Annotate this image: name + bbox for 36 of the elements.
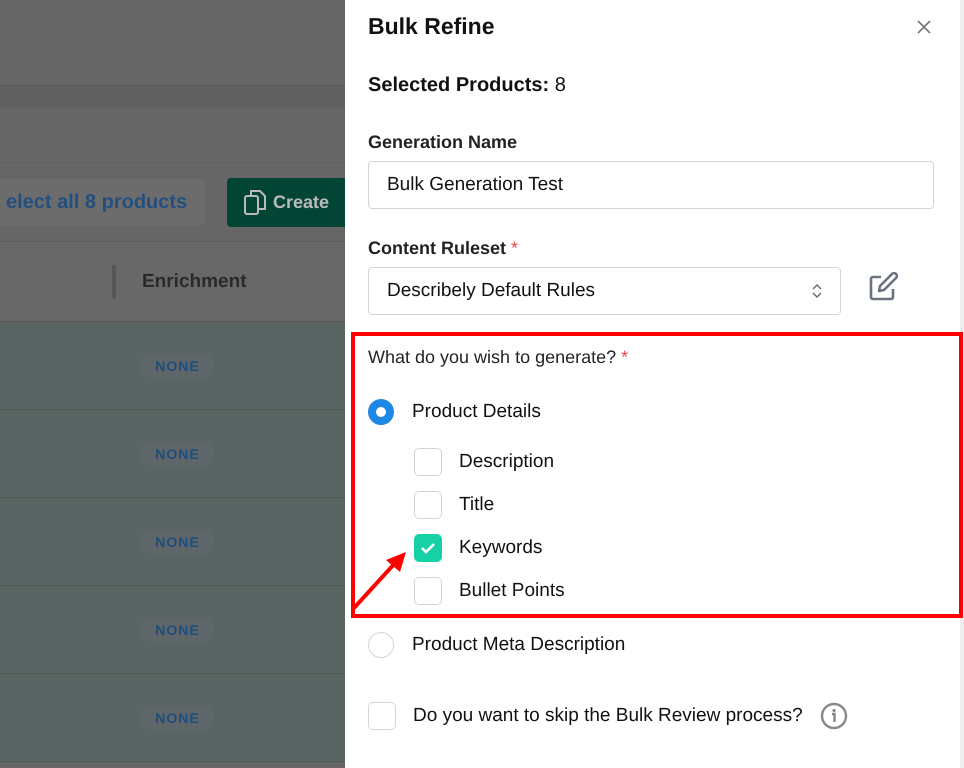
info-icon[interactable]: [820, 702, 848, 730]
checkbox-label: Description: [459, 451, 554, 473]
status-badge: NONE: [141, 530, 214, 554]
checkbox-label: Keywords: [459, 537, 542, 559]
generation-name-field[interactable]: Bulk Generation Test: [368, 161, 934, 209]
status-badge: NONE: [141, 354, 214, 378]
selected-products-label: Selected Products:: [368, 74, 550, 96]
copy-icon: [243, 188, 267, 216]
edit-icon[interactable]: [867, 271, 899, 303]
question-label: What do you wish to generate?: [368, 347, 616, 367]
status-badge: NONE: [141, 442, 214, 466]
option-label: Product Meta Description: [412, 634, 626, 656]
status-badge: NONE: [141, 618, 214, 642]
required-mark: *: [621, 347, 628, 367]
field-label: Content Ruleset: [368, 238, 506, 258]
checkbox-label: Bullet Points: [459, 580, 565, 602]
create-button[interactable]: Create: [227, 178, 345, 226]
panel-title: Bulk Refine: [368, 13, 495, 40]
check-icon: [420, 542, 436, 554]
column-header: Enrichment: [142, 270, 247, 292]
checkbox[interactable]: [414, 577, 442, 605]
option-label: Product Details: [412, 401, 541, 423]
checkbox[interactable]: [368, 702, 396, 730]
checkbox-label: Title: [459, 494, 494, 516]
status-badge: NONE: [141, 706, 214, 730]
checkbox[interactable]: [414, 448, 442, 476]
ruleset-select[interactable]: Describely Default Rules: [368, 267, 841, 315]
checkbox-label: Do you want to skip the Bulk Review process?: [413, 705, 803, 727]
checkbox[interactable]: [414, 534, 442, 562]
required-mark: *: [511, 238, 518, 258]
selected-products-count: 8: [554, 74, 566, 96]
checkbox[interactable]: [414, 491, 442, 519]
arrow: [352, 550, 408, 610]
chevron-updown-icon: [812, 283, 822, 299]
radio-button[interactable]: [368, 399, 394, 425]
field-label: Generation Name: [368, 132, 518, 153]
